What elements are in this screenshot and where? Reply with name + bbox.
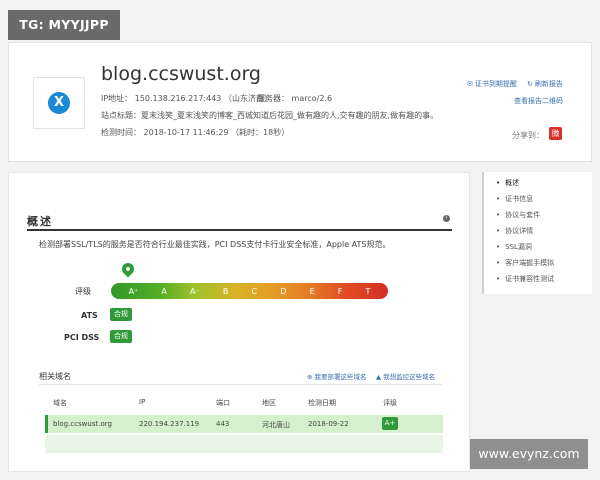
row-region: 河北唐山 [262, 421, 290, 429]
view-qr-link[interactable]: 查看报告二维码 [514, 96, 563, 106]
nav-item-overview[interactable]: 概述 [496, 178, 519, 188]
row-ip: 220.194.237.119 [139, 420, 200, 428]
nav-item-cert-info[interactable]: 证书信息 [496, 194, 533, 204]
refresh-icon: ↻ [527, 80, 533, 88]
watermark-top: TG: MYYJJPP [8, 10, 120, 40]
site-title-line: 站点标题：夏末浅笑_夏末浅笑的博客_西城知道后花园_做有趣的人,交有趣的朋友,做… [101, 111, 439, 120]
row-date: 2018-09-22 [308, 420, 349, 428]
row-port: 443 [216, 420, 230, 428]
section-description: 检测部署SSL/TLS的服务是否符合行业最佳实践，PCI DSS支付卡行业安全标… [39, 240, 391, 249]
grade-a-minus: A⁻ [190, 286, 200, 296]
related-domains-title: 相关域名 [39, 372, 71, 381]
col-region: 地区 [262, 399, 276, 407]
ip-address-line: IP地址： 150.138.216.217:443 （山东济南） [101, 94, 272, 103]
col-port: 端口 [216, 399, 230, 407]
ats-status-badge: 合规 [110, 308, 132, 321]
grade-scale-bar: A⁺ A A⁻ B C D E F T [111, 283, 388, 299]
grade-c: C [251, 286, 258, 296]
share-label: 分享到： [512, 131, 544, 140]
col-domain: 域名 [53, 399, 67, 407]
grade-t: T [365, 286, 371, 296]
section-divider [27, 229, 452, 231]
monitor-domains-link[interactable]: ▲ 我想监控这些域名 [376, 371, 435, 381]
report-side-nav: 概述 证书信息 协议与套件 协议详情 SSL漏洞 客户端握手模拟 证书兼容性测试 [482, 172, 592, 294]
table-row[interactable] [45, 435, 443, 453]
grade-marker-pin-icon [119, 260, 137, 278]
grade-f: F [337, 286, 343, 296]
site-domain-title: blog.ccswust.org [101, 63, 261, 85]
grade-d: D [280, 286, 287, 296]
deploy-domains-link[interactable]: ⊕ 我要部署这些域名 [307, 371, 367, 381]
pci-label: PCI DSS [64, 333, 100, 342]
ats-label: ATS [81, 311, 98, 320]
grade-b: B [222, 286, 229, 296]
grade-a-plus: A⁺ [128, 286, 139, 296]
col-date: 检测日期 [308, 399, 336, 407]
check-time-line: 检测时间： 2018-10-17 11:46:29 （耗时：18秒） [101, 128, 290, 137]
col-ip: IP [139, 398, 146, 406]
nav-item-handshake-sim[interactable]: 客户端握手模拟 [496, 258, 554, 268]
link-icon: ⊕ [307, 373, 315, 381]
server-line: 服务器： marco/2.6 [257, 94, 333, 103]
nav-item-ssl-vulns[interactable]: SSL漏洞 [496, 242, 532, 252]
refresh-report-link[interactable]: ↻ 刷新报告 [527, 79, 563, 89]
cert-reminder-link[interactable]: ✉ 证书到期提醒 [467, 79, 517, 89]
grade-a: A [161, 286, 167, 296]
nav-item-protocols[interactable]: 协议与套件 [496, 210, 540, 220]
weibo-share-icon[interactable]: 微 [549, 127, 562, 140]
logo-icon: X [48, 92, 70, 114]
site-logo: X [33, 77, 85, 129]
nav-item-cert-compat[interactable]: 证书兼容性测试 [496, 274, 554, 284]
mail-icon: ✉ [467, 80, 473, 88]
row-grade-badge: A+ [382, 417, 398, 430]
domains-divider [39, 384, 442, 385]
pci-status-badge: 合规 [110, 330, 132, 343]
grade-e: E [309, 286, 315, 296]
report-main: 概述 i 检测部署SSL/TLS的服务是否符合行业最佳实践，PCI DSS支付卡… [8, 172, 470, 472]
info-icon[interactable]: i [443, 215, 450, 222]
section-title: 概述 [27, 215, 53, 228]
row-domain[interactable]: blog.ccswust.org [53, 420, 112, 428]
watermark-bottom: www.evynz.com [470, 439, 588, 469]
nav-item-protocol-details[interactable]: 协议详情 [496, 226, 533, 236]
grade-label: 评级 [75, 287, 91, 296]
col-grade: 评级 [383, 399, 397, 407]
report-header: X blog.ccswust.org IP地址： 150.138.216.217… [8, 42, 592, 162]
